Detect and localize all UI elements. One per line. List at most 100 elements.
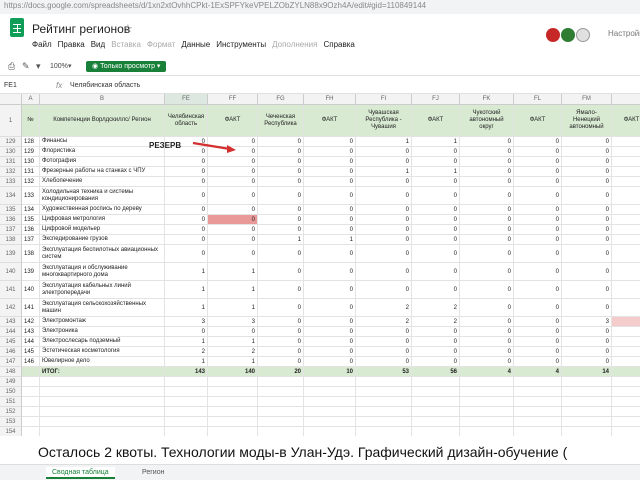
select-all-corner[interactable] [0, 94, 22, 105]
value-cell[interactable]: 0 [304, 337, 356, 347]
value-cell[interactable]: 0 [412, 225, 460, 235]
competence-cell[interactable]: Эксплуатация кабельных линий электропере… [40, 281, 165, 299]
value-cell[interactable] [612, 299, 640, 317]
value-cell[interactable]: 0 [356, 205, 412, 215]
value-cell[interactable]: 0 [304, 347, 356, 357]
row-header[interactable]: 153 [0, 417, 22, 427]
total-value-cell[interactable]: 20 [258, 367, 304, 377]
value-cell[interactable]: 3 [562, 317, 612, 327]
value-cell[interactable]: 0 [412, 337, 460, 347]
value-cell[interactable]: 0 [412, 357, 460, 367]
value-cell[interactable]: 0 [258, 225, 304, 235]
competence-cell[interactable]: Цифровой модельер [40, 225, 165, 235]
column-label[interactable]: Чукотский автономный округ [460, 105, 514, 137]
row-header[interactable]: 143 [0, 317, 22, 327]
competence-cell[interactable]: Экспедирование грузов [40, 235, 165, 245]
value-cell[interactable] [612, 337, 640, 347]
value-cell[interactable] [612, 317, 640, 327]
row-number-cell[interactable]: 134 [22, 205, 40, 215]
value-cell[interactable]: 0 [208, 225, 258, 235]
empty-cell[interactable] [412, 397, 460, 407]
value-cell[interactable]: 0 [514, 225, 562, 235]
value-cell[interactable]: 0 [460, 281, 514, 299]
value-cell[interactable]: 0 [356, 263, 412, 281]
value-cell[interactable]: 0 [562, 147, 612, 157]
paint-format-icon[interactable]: ✎ [22, 61, 30, 72]
empty-cell[interactable] [514, 387, 562, 397]
value-cell[interactable]: 0 [258, 137, 304, 147]
value-cell[interactable]: 0 [165, 235, 208, 245]
empty-cell[interactable] [356, 417, 412, 427]
value-cell[interactable]: 0 [460, 187, 514, 205]
row-number-cell[interactable]: 142 [22, 317, 40, 327]
value-cell[interactable]: 0 [562, 215, 612, 225]
row-header[interactable]: 145 [0, 337, 22, 347]
value-cell[interactable]: 0 [356, 337, 412, 347]
row-number-cell[interactable]: 128 [22, 137, 40, 147]
value-cell[interactable] [612, 327, 640, 337]
row-number-cell[interactable]: 141 [22, 299, 40, 317]
empty-cell[interactable] [562, 397, 612, 407]
value-cell[interactable]: 0 [304, 327, 356, 337]
value-cell[interactable]: 0 [562, 281, 612, 299]
value-cell[interactable]: 1 [356, 137, 412, 147]
value-cell[interactable]: 0 [304, 215, 356, 225]
value-cell[interactable]: 0 [356, 215, 412, 225]
value-cell[interactable]: 0 [258, 245, 304, 263]
value-cell[interactable]: 1 [165, 299, 208, 317]
empty-cell[interactable] [165, 387, 208, 397]
menu-item[interactable]: Файл [32, 40, 52, 49]
empty-cell[interactable] [356, 427, 412, 436]
value-cell[interactable]: 0 [304, 299, 356, 317]
empty-cell[interactable] [40, 377, 165, 387]
value-cell[interactable]: 0 [514, 347, 562, 357]
value-cell[interactable]: 1 [356, 167, 412, 177]
empty-cell[interactable] [412, 377, 460, 387]
row-number-cell[interactable]: 138 [22, 245, 40, 263]
row-header[interactable]: 140 [0, 263, 22, 281]
row-header[interactable]: 149 [0, 377, 22, 387]
competence-cell[interactable]: Финансы [40, 137, 165, 147]
value-cell[interactable]: 1 [165, 281, 208, 299]
value-cell[interactable]: 1 [412, 137, 460, 147]
value-cell[interactable]: 0 [562, 177, 612, 187]
empty-cell[interactable] [612, 377, 640, 387]
competence-cell[interactable]: Эстетическая косметология [40, 347, 165, 357]
value-cell[interactable]: 0 [412, 327, 460, 337]
empty-cell[interactable] [40, 427, 165, 436]
value-cell[interactable] [612, 187, 640, 205]
value-cell[interactable]: 0 [208, 327, 258, 337]
value-cell[interactable]: 0 [412, 263, 460, 281]
empty-cell[interactable] [208, 387, 258, 397]
sheets-logo-icon[interactable] [10, 18, 24, 37]
empty-cell[interactable] [514, 377, 562, 387]
value-cell[interactable]: 0 [460, 205, 514, 215]
value-cell[interactable]: 0 [258, 167, 304, 177]
value-cell[interactable]: 0 [460, 327, 514, 337]
value-cell[interactable]: 0 [258, 337, 304, 347]
empty-cell[interactable] [460, 417, 514, 427]
value-cell[interactable] [612, 225, 640, 235]
value-cell[interactable]: 0 [562, 337, 612, 347]
empty-cell[interactable] [460, 427, 514, 436]
column-header[interactable]: FM [562, 94, 612, 105]
empty-cell[interactable] [40, 407, 165, 417]
empty-cell[interactable] [562, 377, 612, 387]
value-cell[interactable]: 0 [412, 281, 460, 299]
total-value-cell[interactable]: 4 [514, 367, 562, 377]
value-cell[interactable]: 0 [356, 347, 412, 357]
total-number-cell[interactable] [22, 367, 40, 377]
value-cell[interactable]: 0 [304, 157, 356, 167]
value-cell[interactable]: 0 [258, 317, 304, 327]
value-cell[interactable]: 0 [165, 157, 208, 167]
empty-cell[interactable] [304, 397, 356, 407]
value-cell[interactable]: 0 [165, 245, 208, 263]
empty-cell[interactable] [258, 417, 304, 427]
value-cell[interactable]: 0 [514, 147, 562, 157]
empty-cell[interactable] [612, 397, 640, 407]
total-label-cell[interactable]: ИТОГ: [40, 367, 165, 377]
total-value-cell[interactable]: 56 [412, 367, 460, 377]
empty-cell[interactable] [258, 377, 304, 387]
avatar[interactable] [561, 27, 575, 42]
row-header[interactable]: 135 [0, 205, 22, 215]
